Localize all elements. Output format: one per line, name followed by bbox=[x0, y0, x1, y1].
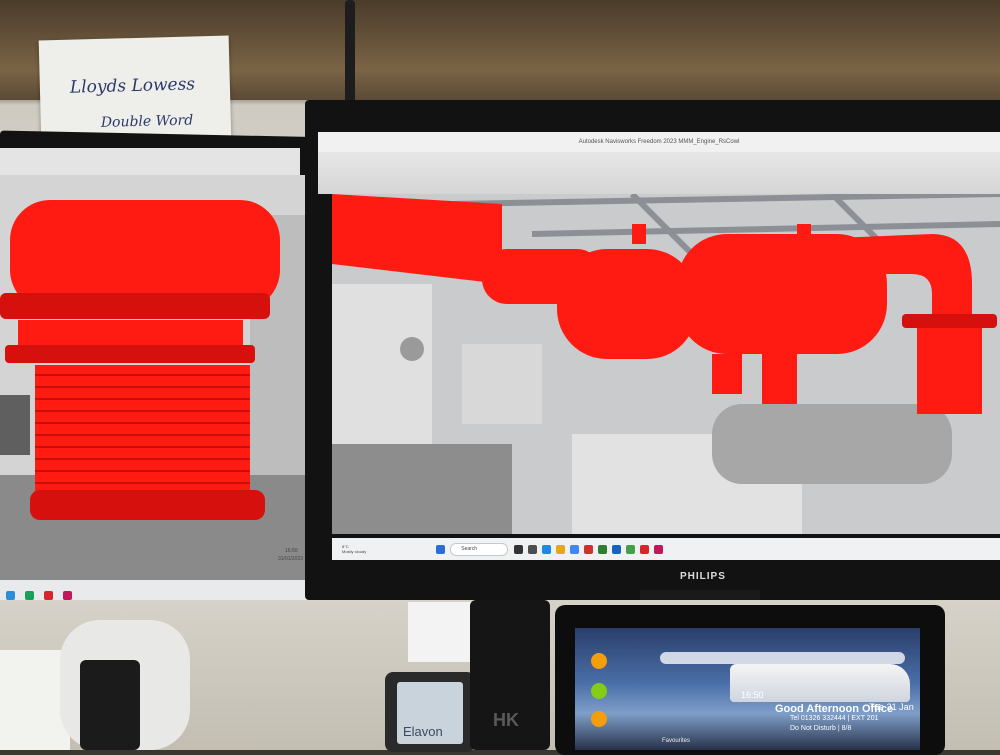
outlook-icon[interactable] bbox=[612, 544, 622, 554]
app-icon[interactable] bbox=[528, 544, 538, 554]
explorer-icon[interactable] bbox=[556, 544, 566, 554]
acrobat-icon[interactable] bbox=[44, 590, 53, 600]
tablet-status: Do Not Disturb | 8/8 bbox=[790, 725, 852, 732]
right-viewport-render bbox=[332, 194, 1000, 534]
tablet-greeting: Good Afternoon Office bbox=[775, 703, 894, 715]
weather-widget[interactable]: 8°C Mostly cloudy bbox=[342, 544, 366, 554]
whatsapp-icon[interactable] bbox=[25, 590, 34, 600]
phone-icon[interactable] bbox=[591, 683, 607, 699]
whatsapp-icon[interactable] bbox=[626, 544, 636, 554]
taskbar-search[interactable]: Search bbox=[450, 542, 509, 556]
tablet-extension: Tel 01326 332444 | EXT 201 bbox=[790, 715, 879, 722]
exhaust-stack-model bbox=[0, 200, 280, 520]
right-monitor-3d-viewport[interactable] bbox=[332, 194, 1000, 534]
weather-desc: Mostly cloudy bbox=[342, 549, 367, 554]
app-icon[interactable] bbox=[654, 544, 664, 554]
mail-icon[interactable] bbox=[6, 590, 15, 600]
monitor-brand-logo: PHILIPS bbox=[680, 571, 726, 582]
edge-icon[interactable] bbox=[542, 544, 552, 554]
left-monitor-3d-viewport[interactable] bbox=[0, 175, 318, 595]
start-icon[interactable] bbox=[436, 544, 446, 554]
document-sheet bbox=[408, 602, 472, 662]
handheld-radio bbox=[80, 660, 140, 750]
app-ribbon bbox=[318, 152, 1000, 194]
left-tray-time: 16:50 bbox=[285, 548, 298, 554]
app-icon[interactable] bbox=[63, 590, 72, 600]
sticky-note: Lloyds Lowess Double Word bbox=[38, 35, 232, 146]
acrobat-icon[interactable] bbox=[640, 544, 650, 554]
task-view-icon[interactable] bbox=[514, 544, 524, 554]
app-icon[interactable] bbox=[598, 544, 608, 554]
app-title-bar: Autodesk Navisworks Freedom 2023 MMM_Eng… bbox=[318, 132, 1000, 152]
chrome-icon[interactable] bbox=[570, 544, 580, 554]
tablet-clock: 16:50 bbox=[741, 690, 764, 700]
windows-taskbar: 8°C Mostly cloudy Search bbox=[332, 538, 1000, 560]
desk-phone-logo: HK bbox=[493, 710, 519, 730]
note-line-1: Lloyds Lowess bbox=[69, 74, 196, 98]
tablet-favourites-label: Favourites bbox=[662, 738, 691, 744]
mcafee-icon[interactable] bbox=[584, 544, 594, 554]
left-viewport-render bbox=[0, 175, 318, 595]
contacts-icon[interactable] bbox=[591, 653, 607, 669]
card-terminal-brand: Elavon bbox=[403, 724, 443, 739]
tablet-search-bar[interactable] bbox=[660, 652, 905, 664]
voicemail-icon[interactable] bbox=[591, 711, 607, 727]
note-line-2: Double Word bbox=[100, 112, 194, 131]
left-monitor-ribbon bbox=[0, 148, 300, 178]
left-tray-date: 31/01/2023 bbox=[278, 556, 304, 562]
